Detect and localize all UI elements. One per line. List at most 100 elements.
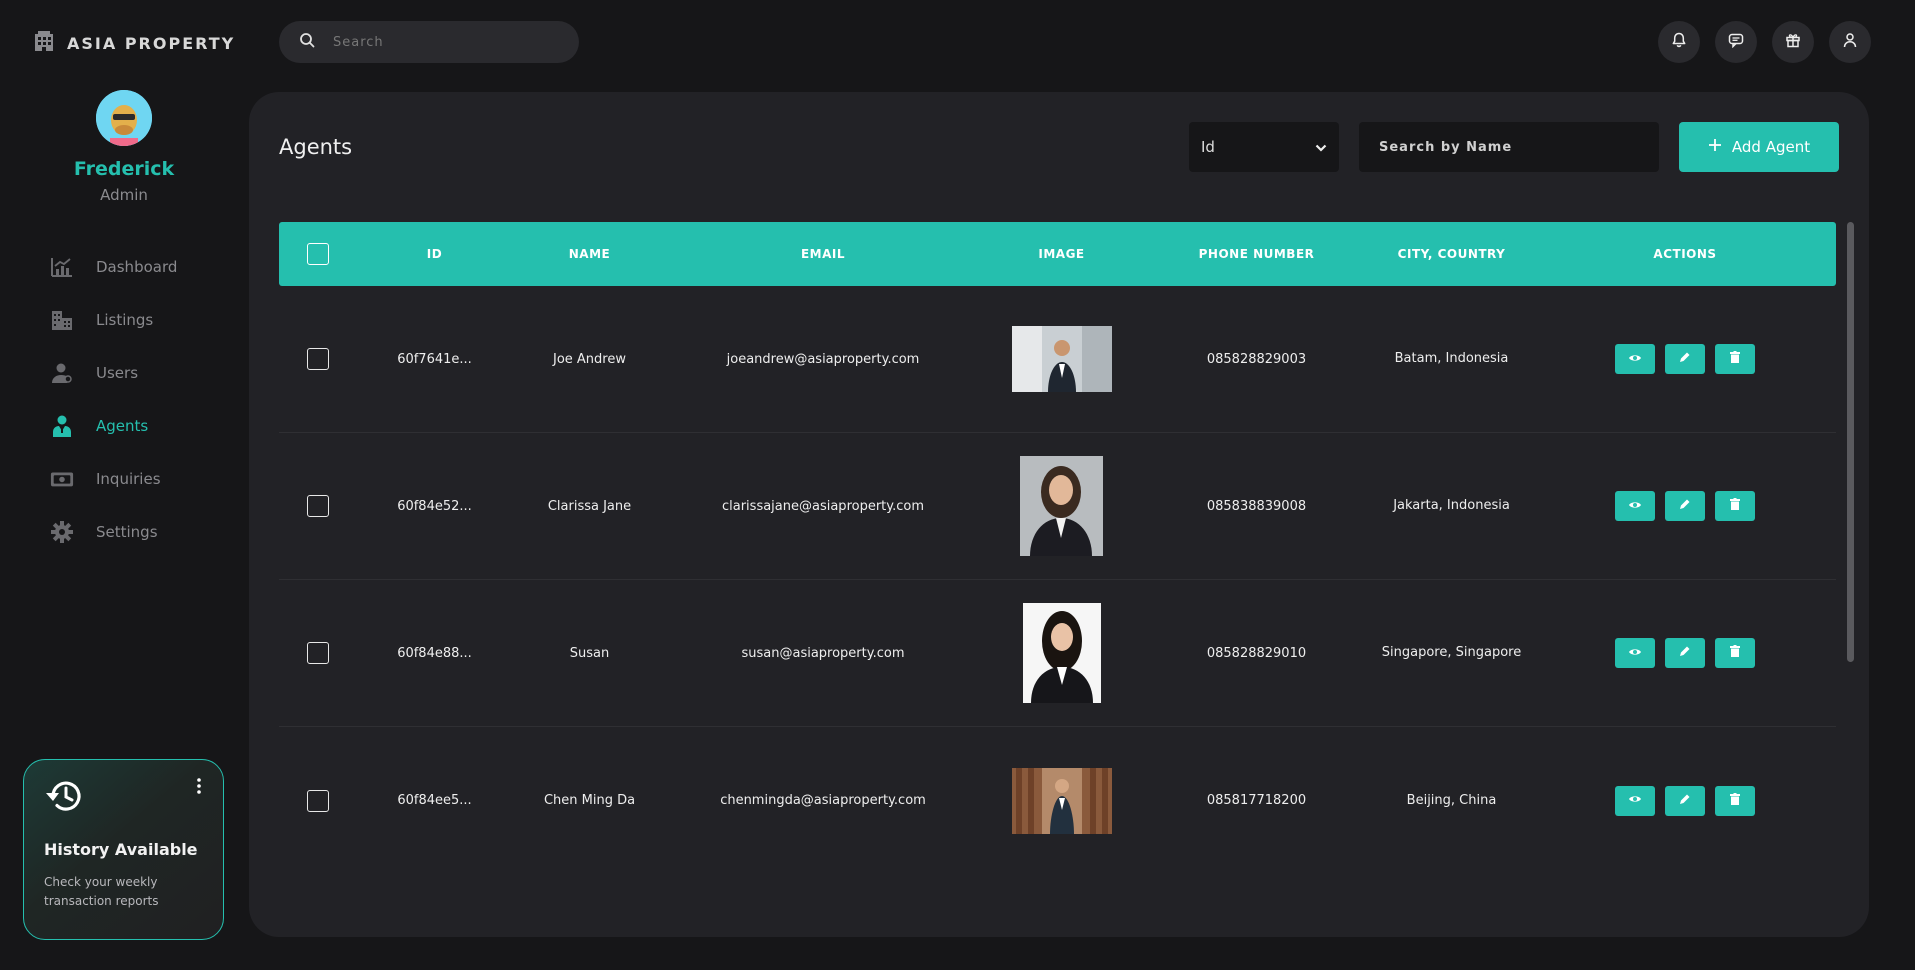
delete-button[interactable] <box>1715 785 1755 816</box>
agent-email: clarissajane@asiaproperty.com <box>721 498 925 514</box>
sidebar-item-settings[interactable]: Settings <box>50 505 177 558</box>
edit-button[interactable] <box>1665 491 1705 521</box>
row-checkbox[interactable] <box>307 348 329 370</box>
agent-phone: 085828829010 <box>1206 645 1307 661</box>
row-checkbox[interactable] <box>307 642 329 664</box>
chart-icon <box>50 255 74 279</box>
page-title: Agents <box>279 135 353 159</box>
trash-icon <box>1730 645 1740 661</box>
delete-button[interactable] <box>1715 491 1755 521</box>
eye-icon <box>1628 646 1642 661</box>
money-icon <box>50 467 74 491</box>
agent-city: Singapore, Singapore <box>1381 645 1522 660</box>
trash-icon <box>1730 792 1740 809</box>
agent-phone: 085838839008 <box>1206 498 1307 514</box>
table-row[interactable]: 60f7641e... Joe Andrew joeandrew@asiapro… <box>279 286 1836 433</box>
agent-id: 60f84e52... <box>397 498 472 514</box>
sidebar-item-inquiries[interactable]: Inquiries <box>50 452 177 505</box>
agent-name: Susan <box>569 645 610 661</box>
sidebar-nav: Dashboard Listings Users Agents Inquirie… <box>50 240 177 558</box>
view-button[interactable] <box>1615 491 1655 521</box>
sidebar-item-agents[interactable]: Agents <box>50 399 177 452</box>
agent-photo <box>1020 456 1103 556</box>
agent-phone: 085828829003 <box>1206 351 1307 367</box>
history-card[interactable]: History Available Check your weekly tran… <box>23 759 224 940</box>
sidebar-item-label: Inquiries <box>96 469 161 488</box>
gift-icon <box>1785 32 1801 52</box>
user-icon <box>50 361 74 385</box>
view-button[interactable] <box>1615 344 1655 374</box>
table-row[interactable]: 60f84e52... Clarissa Jane clarissajane@a… <box>279 433 1836 580</box>
sidebar-item-label: Listings <box>96 310 154 329</box>
user-icon <box>1842 32 1858 52</box>
building-logo-icon <box>33 30 55 56</box>
agent-photo <box>1011 767 1112 834</box>
notifications-button[interactable] <box>1658 21 1700 63</box>
trash-icon <box>1730 498 1740 514</box>
sidebar-item-label: Users <box>96 363 139 382</box>
table-row[interactable]: 60f84e88... Susan susan@asiaproperty.com… <box>279 580 1836 727</box>
agent-name: Chen Ming Da <box>543 793 636 808</box>
eye-icon <box>1628 352 1642 367</box>
more-options-icon[interactable] <box>197 778 201 798</box>
sidebar-item-users[interactable]: Users <box>50 346 177 399</box>
agent-email: chenmingda@asiaproperty.com <box>720 793 926 808</box>
search-input[interactable] <box>333 34 553 50</box>
buildings-icon <box>50 308 74 332</box>
agent-icon <box>50 414 74 438</box>
agent-photo <box>1022 603 1101 703</box>
avatar[interactable] <box>96 90 152 146</box>
global-search[interactable] <box>279 21 579 63</box>
agent-email: joeandrew@asiaproperty.com <box>726 351 920 367</box>
messages-button[interactable] <box>1715 21 1757 63</box>
edit-button[interactable] <box>1665 344 1705 374</box>
agent-email: susan@asiaproperty.com <box>741 645 905 661</box>
agent-name: Joe Andrew <box>553 351 626 367</box>
gear-icon <box>50 520 74 544</box>
column-header-id[interactable]: ID <box>357 247 512 261</box>
pencil-icon <box>1679 645 1691 661</box>
eye-icon <box>1628 499 1642 514</box>
row-checkbox[interactable] <box>307 789 329 812</box>
agent-phone: 085817718200 <box>1206 793 1307 808</box>
sidebar-item-listings[interactable]: Listings <box>50 293 177 346</box>
gifts-button[interactable] <box>1772 21 1814 63</box>
column-header-phone[interactable]: PHONE NUMBER <box>1144 247 1369 261</box>
top-actions <box>1658 21 1871 63</box>
column-header-email[interactable]: EMAIL <box>667 247 979 261</box>
table-scrollbar[interactable] <box>1847 222 1854 662</box>
agents-panel: Agents Id Add Agent ID NAME EMAIL IMAGE … <box>249 92 1869 937</box>
sidebar-item-dashboard[interactable]: Dashboard <box>50 240 177 293</box>
filter-select-value: Id <box>1201 138 1215 156</box>
profile-button[interactable] <box>1829 21 1871 63</box>
plus-icon <box>1708 138 1722 156</box>
edit-button[interactable] <box>1665 638 1705 668</box>
agent-name: Clarissa Jane <box>547 498 632 514</box>
history-title: History Available <box>44 840 198 859</box>
filter-select[interactable]: Id <box>1189 122 1339 172</box>
delete-button[interactable] <box>1715 638 1755 668</box>
column-header-city[interactable]: CITY, COUNTRY <box>1369 244 1534 264</box>
add-agent-button[interactable]: Add Agent <box>1679 122 1839 172</box>
name-search-field[interactable] <box>1359 122 1659 172</box>
brand[interactable]: ASIA PROPERTY <box>33 30 235 56</box>
agents-table: ID NAME EMAIL IMAGE PHONE NUMBER CITY, C… <box>279 222 1836 874</box>
history-description: Check your weekly transaction reports <box>44 875 159 908</box>
column-header-name[interactable]: NAME <box>512 247 667 261</box>
search-icon <box>299 32 315 52</box>
delete-button[interactable] <box>1715 344 1755 374</box>
name-search-input[interactable] <box>1379 139 1639 155</box>
agent-id: 60f84ee5... <box>397 793 472 808</box>
edit-button[interactable] <box>1665 785 1705 816</box>
column-header-image: IMAGE <box>1038 247 1085 261</box>
row-checkbox[interactable] <box>307 495 329 517</box>
column-header-actions: ACTIONS <box>1653 247 1717 261</box>
view-button[interactable] <box>1615 785 1655 816</box>
add-agent-label: Add Agent <box>1731 138 1811 156</box>
agent-city: Beijing, China <box>1406 792 1497 808</box>
agent-id: 60f7641e... <box>397 351 472 367</box>
view-button[interactable] <box>1615 638 1655 668</box>
table-row[interactable]: 60f84ee5... Chen Ming Da chenmingda@asia… <box>279 727 1836 874</box>
select-all-checkbox[interactable] <box>307 243 329 265</box>
pencil-icon <box>1679 351 1691 367</box>
